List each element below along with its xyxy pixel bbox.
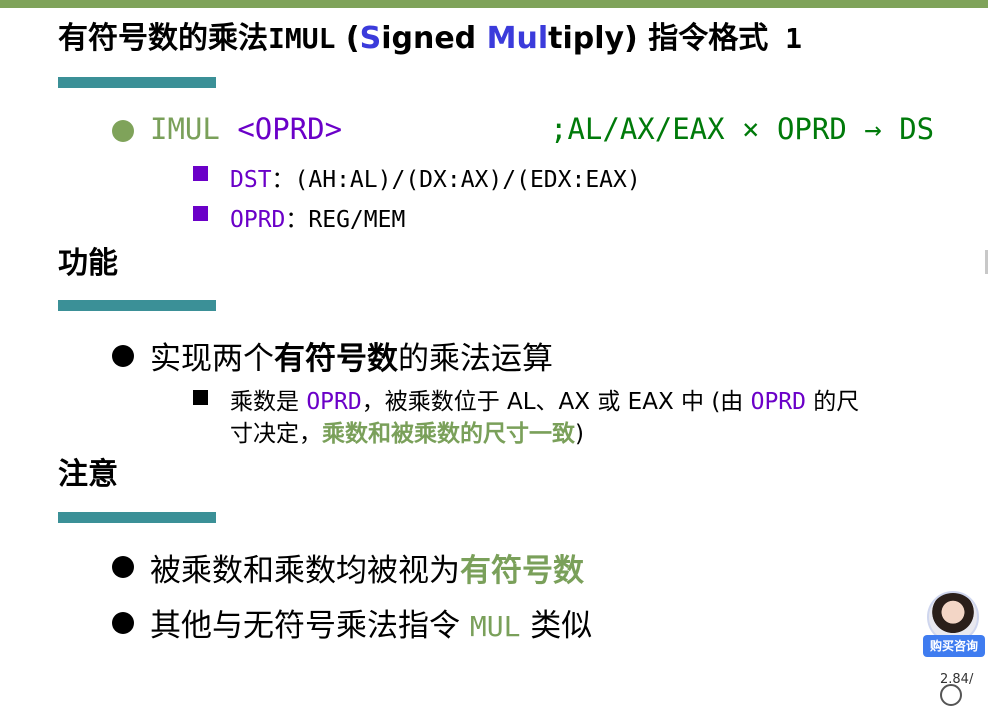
square-bullet [193,390,208,405]
function-sub-line1: 乘数是 OPRD，被乘数位于 AL、AX 或 EAX 中 (由 OPRD 的尺 [230,382,859,416]
function-bullet: 实现两个有符号数的乘法运算 [150,333,553,378]
function-bullet-bold: 有符号数 [274,341,398,377]
consult-badge[interactable]: 购买咨询 [923,635,985,657]
square-bullet [193,206,208,221]
bullet-dot [112,612,134,634]
title-gned: gned [391,21,487,56]
note-item-suffix: 类似 [520,608,593,644]
oprd-term: OPRD [750,389,806,415]
emphasis-text: 乘数和被乘数的尺寸一致 [322,421,575,447]
title-mul: Mul [486,21,549,56]
text-segment: 寸决定， [230,421,322,447]
sub-item-value: REG/MEM [308,207,406,233]
note-item-2: 其他与无符号乘法指令 MUL 类似 [150,600,592,645]
title-cn-prefix: 有符号数的乘法 [58,21,268,56]
note-item-mono: MUL [469,610,521,643]
text-segment: 的尺 [806,389,860,415]
sub-item-oprd: OPRD：REG/MEM [230,200,405,234]
section-underline [58,512,216,523]
bullet-dot [112,556,134,578]
syntax-comment: ;AL/AX/EAX × OPRD → DS [550,112,935,146]
function-sub-line2: 寸决定，乘数和被乘数的尺寸一致) [230,414,584,448]
function-bullet-prefix: 实现两个 [150,341,274,377]
oprd-term: OPRD [306,389,362,415]
section-underline [58,300,216,311]
note-item-bold: 有符号数 [460,553,584,589]
title-paren-open: ( [335,21,360,56]
title-number: 1 [768,22,802,55]
top-accent-bar [0,0,988,8]
syntax-line: IMUL <OPRD> [150,112,342,146]
function-bullet-suffix: 的乘法运算 [398,341,553,377]
section-heading-note: 注意 [58,457,118,492]
title-s-letter: S [359,21,382,56]
title-ig: i [381,21,392,56]
section-heading-function: 功能 [58,246,118,281]
title-underline [58,77,216,88]
circle-icon[interactable] [940,684,962,706]
sub-item-value: (AH:AL)/(DX:AX)/(EDX:EAX) [294,167,641,193]
syntax-instr: IMUL [150,112,220,146]
sub-item-colon: ： [285,207,309,233]
square-bullet [193,166,208,181]
sub-item-dst: DST：(AH:AL)/(DX:AX)/(EDX:EAX) [230,160,641,194]
sub-item-name: DST [230,167,272,193]
note-item-prefix: 其他与无符号乘法指令 [150,608,470,644]
sub-item-name: OPRD [230,207,286,233]
note-item-prefix: 被乘数和乘数均被视为 [150,553,460,589]
text-segment: ) [575,421,584,447]
bullet-dot [112,120,134,142]
title-tiply: tiply) [548,21,638,56]
note-item-1: 被乘数和乘数均被视为有符号数 [150,545,584,590]
sub-item-colon: ： [271,167,295,193]
bullet-dot [112,345,134,367]
consult-widget[interactable]: 购买咨询 [921,591,987,661]
page-title: 有符号数的乘法IMUL (Signed Multiply) 指令格式 1 [58,22,802,55]
text-segment: ，被乘数位于 AL、AX 或 EAX 中 (由 [361,389,751,415]
title-mnemonic: IMUL [268,22,336,55]
text-segment: 乘数是 [230,389,307,415]
syntax-operand: <OPRD> [237,112,343,146]
title-cn-suffix: 指令格式 [637,21,769,56]
